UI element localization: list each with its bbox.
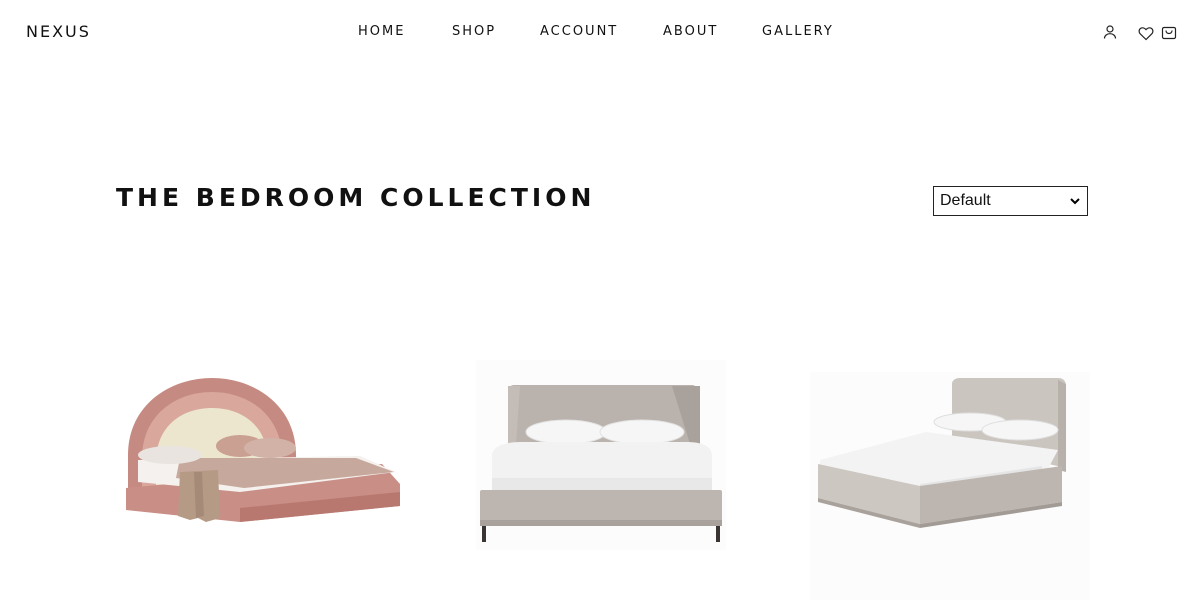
nav-shop[interactable]: SHOP (452, 24, 496, 39)
cart-icon[interactable] (1161, 24, 1179, 44)
nav-about[interactable]: ABOUT (663, 24, 718, 39)
collection-title: THE BEDROOM COLLECTION (116, 183, 596, 212)
arched-headboard-bed-image (126, 378, 400, 522)
product-card-arched-bed[interactable] (120, 360, 410, 540)
user-icon[interactable] (1102, 24, 1120, 44)
nav-gallery[interactable]: GALLERY (762, 24, 834, 39)
sort-selected-value: Default (940, 192, 991, 209)
site-header: NEXUS HOME SHOP ACCOUNT ABOUT GALLERY (0, 0, 1200, 64)
nav-home[interactable]: HOME (358, 24, 405, 39)
main-nav: HOME SHOP ACCOUNT ABOUT GALLERY (0, 24, 1200, 42)
chevron-down-icon (1070, 198, 1080, 205)
product-card-storage-bed[interactable] (810, 372, 1090, 600)
winged-upholstered-bed-image (480, 385, 722, 542)
product-card-winged-bed[interactable] (476, 360, 726, 550)
nav-account[interactable]: ACCOUNT (540, 24, 618, 39)
heart-icon[interactable] (1138, 26, 1156, 46)
upholstered-storage-bed-image (818, 378, 1066, 528)
sort-select[interactable]: Default (933, 186, 1088, 216)
